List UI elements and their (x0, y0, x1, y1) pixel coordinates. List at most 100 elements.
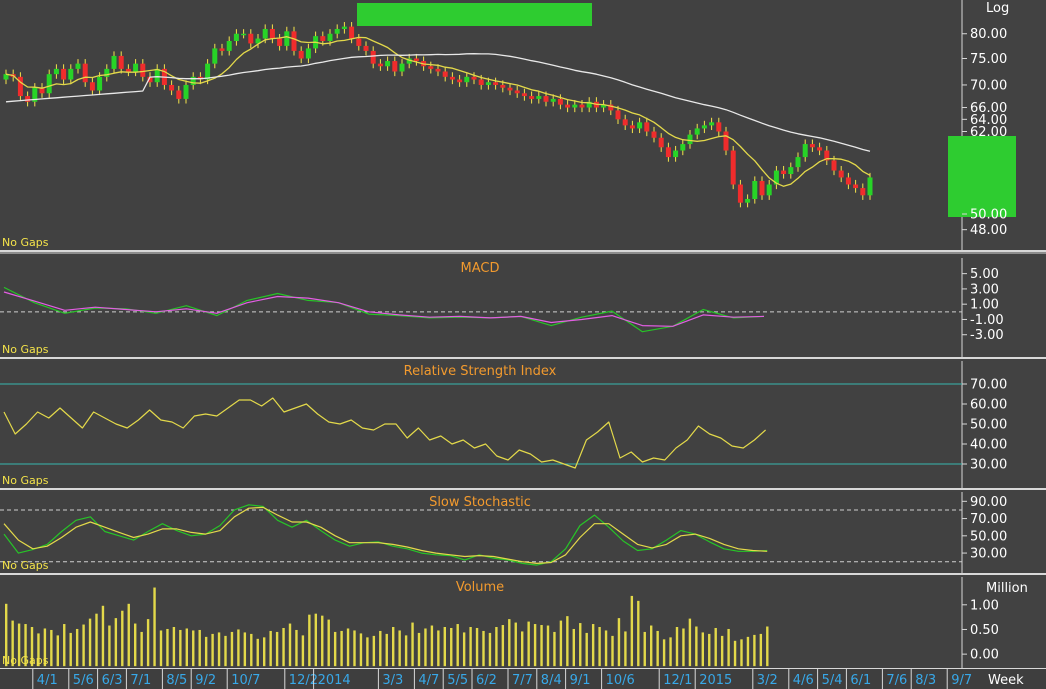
candle-body (644, 122, 650, 132)
volume-bar (475, 627, 479, 667)
candle-body (219, 48, 225, 51)
volume-bar (134, 623, 137, 667)
x-axis-tick-label: 5/6 (73, 673, 94, 688)
volume-bar (669, 637, 672, 667)
panel-2-y-tick-label: 50.00 (970, 418, 1007, 433)
candle-body (176, 90, 182, 99)
volume-bar (166, 628, 169, 667)
x-axis-tick-label: 5/4 (822, 673, 843, 688)
candle-body (320, 36, 326, 41)
volume-bar (585, 632, 588, 667)
candle-body (687, 134, 693, 145)
x-axis-tick-label: 2015 (699, 673, 732, 688)
candle-body (377, 63, 383, 67)
panel-1-y-tick-label: 1.00 (970, 298, 999, 313)
volume-bar (114, 618, 118, 667)
volume-bar (392, 627, 395, 667)
candle-body (392, 61, 398, 72)
volume-bar (501, 625, 505, 667)
price-scale-label: Log (986, 1, 1009, 16)
volume-bar (346, 628, 350, 667)
candle-body (529, 96, 535, 99)
volume-bar (140, 631, 143, 667)
volume-bar (159, 630, 163, 667)
candle-body (658, 137, 664, 148)
candle-body (759, 180, 765, 196)
volume-bar (56, 635, 59, 667)
volume-bar (275, 631, 279, 667)
volume-bar (630, 595, 634, 667)
volume-bar (456, 624, 459, 667)
volume-bar (521, 631, 524, 667)
panel-4-y-tick-label: 0.50 (970, 623, 999, 638)
candle-body (212, 48, 218, 64)
volume-bar (753, 634, 756, 667)
candle-body (565, 104, 571, 108)
x-axis-tick-label: 3/3 (382, 673, 403, 688)
candle-body (133, 63, 139, 72)
volume-bar (566, 616, 569, 667)
volume-bar (759, 633, 763, 667)
candle-body (752, 180, 758, 199)
candle-body (226, 40, 232, 51)
panel-0-y-tick-label: 75.00 (970, 52, 1007, 67)
volume-bar (321, 615, 324, 667)
panel-0-y-tick-label: 50.00 (970, 208, 1007, 223)
volume-bar (127, 603, 130, 667)
volume-bar (437, 630, 440, 667)
volume-bar (224, 635, 227, 667)
volume-bar (424, 628, 427, 667)
x-axis-tick-label: 7/6 (886, 673, 907, 688)
candle-body (104, 68, 110, 77)
x-axis-tick-label: 6/3 (102, 673, 123, 688)
volume-bar (411, 622, 414, 667)
candle-body (248, 33, 254, 44)
highlight-box-top (357, 3, 592, 26)
candle-body (341, 26, 347, 29)
panel-2-y-tick-label: 60.00 (970, 398, 1007, 413)
candle-body (363, 45, 369, 51)
candle-body (853, 184, 859, 189)
volume-bar (469, 627, 472, 667)
candle-body (97, 76, 103, 91)
panel-4-y-tick-label: 0.00 (970, 648, 999, 663)
highlight-box-price-range (948, 136, 1016, 217)
volume-bar (256, 638, 259, 667)
candle-body (809, 144, 815, 148)
volume-bar (121, 610, 124, 667)
candle-body (838, 170, 844, 178)
candle-body (349, 26, 355, 39)
candle-body (622, 119, 628, 126)
x-axis-tick-label: 8/3 (915, 673, 936, 688)
candle-body (370, 50, 376, 64)
candle-body (464, 76, 470, 83)
candle-body (435, 68, 441, 72)
x-axis-tick-label: 10/7 (231, 673, 260, 688)
volume-bar (359, 633, 363, 667)
volume-bar (591, 624, 595, 667)
candle-body (579, 104, 585, 108)
volume-bar (430, 625, 434, 667)
candle-body (694, 128, 700, 135)
candle-body (557, 98, 563, 105)
candle-body (277, 38, 283, 46)
candle-body (305, 48, 311, 59)
candle-body (61, 68, 67, 80)
panel-3-y-tick-label: 30.00 (970, 547, 1007, 562)
x-axis-tick-label: 3/2 (757, 673, 778, 688)
volume-bar (708, 633, 711, 667)
volume-bar (443, 627, 446, 667)
panel-2-y-tick-label: 40.00 (970, 438, 1007, 453)
volume-bar (398, 630, 401, 667)
panel-1-y-tick-label: 3.00 (970, 282, 999, 297)
volume-bar (720, 635, 724, 667)
volume-bar (179, 629, 182, 667)
volume-bar (740, 639, 743, 667)
volume-bar (682, 628, 685, 667)
volume-bar (385, 633, 388, 667)
panel-0-y-tick-label: 48.00 (970, 223, 1007, 238)
candle-body (795, 157, 801, 168)
volume-bar (482, 630, 485, 667)
volume-bar (366, 637, 369, 667)
volume-bar (495, 627, 498, 667)
